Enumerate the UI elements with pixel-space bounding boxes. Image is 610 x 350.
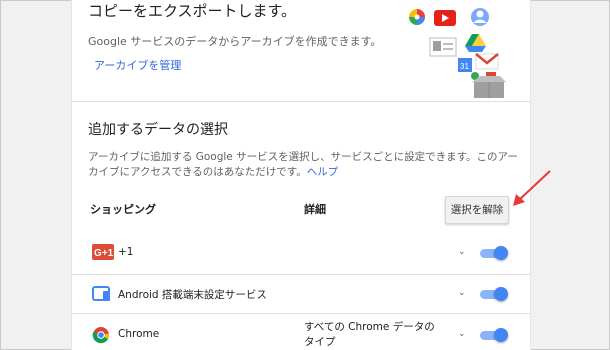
- calendar-icon: 31: [458, 58, 472, 72]
- chrome-icon: [92, 326, 110, 348]
- service-name: Android 搭載端末設定サービス: [118, 289, 267, 301]
- deselect-all-button[interactable]: 選択を解除: [445, 196, 509, 224]
- select-description-text: アーカイブに追加する Google サービスを選択し、サービスごとに設定できます…: [88, 151, 518, 178]
- svg-text:31: 31: [460, 62, 469, 71]
- select-description: アーカイブに追加する Google サービスを選択し、サービスごとに設定できます…: [88, 150, 518, 180]
- service-name: +1: [118, 246, 134, 258]
- arrow-shaft: [518, 170, 551, 201]
- service-row: Chrome すべての Chrome データのタイプ ⌄: [72, 314, 530, 350]
- gmail-icon: [475, 53, 499, 70]
- android-device-icon: [92, 286, 112, 306]
- help-link[interactable]: ヘルプ: [307, 166, 339, 178]
- profile-icon: [471, 8, 489, 26]
- toggle-knob: [494, 246, 508, 260]
- service-toggle[interactable]: [478, 327, 508, 343]
- chevron-down-icon[interactable]: ⌄: [458, 329, 466, 339]
- service-toggle[interactable]: [478, 286, 508, 302]
- column-header-detail: 詳細: [304, 203, 326, 216]
- service-name: Chrome: [118, 328, 160, 340]
- service-detail: すべての Chrome データのタイプ: [304, 321, 435, 348]
- manage-archive-link[interactable]: アーカイブを管理: [94, 57, 181, 73]
- contacts-card-icon: [429, 37, 457, 57]
- google-plus-one-icon: G+1: [92, 244, 114, 264]
- annotation-arrow-icon: [513, 170, 551, 206]
- photos-icon: [409, 9, 425, 25]
- service-row: G+1 +1 ⌄: [72, 234, 530, 274]
- google-services-illustration: 31: [409, 8, 506, 98]
- section-divider: [72, 101, 530, 102]
- chevron-down-icon[interactable]: ⌄: [458, 247, 466, 257]
- export-heading: コピーをエクスポートします。: [88, 2, 297, 20]
- svg-text:G+1: G+1: [94, 248, 114, 259]
- chevron-down-icon[interactable]: ⌄: [458, 288, 466, 298]
- select-data-heading: 追加するデータの選択: [88, 122, 228, 138]
- toggle-knob: [494, 287, 508, 301]
- takeout-card: コピーをエクスポートします。 Google サービスのデータからアーカイブを作成…: [71, 0, 531, 350]
- toggle-knob: [494, 328, 508, 342]
- service-row: Android 搭載端末設定サービス ⌄: [72, 275, 530, 313]
- drive-icon: [465, 34, 486, 52]
- column-header-service: ショッピング: [90, 203, 156, 216]
- export-subtext: Google サービスのデータからアーカイブを作成できます。: [88, 35, 382, 48]
- youtube-icon: [434, 10, 456, 26]
- service-toggle[interactable]: [478, 245, 508, 261]
